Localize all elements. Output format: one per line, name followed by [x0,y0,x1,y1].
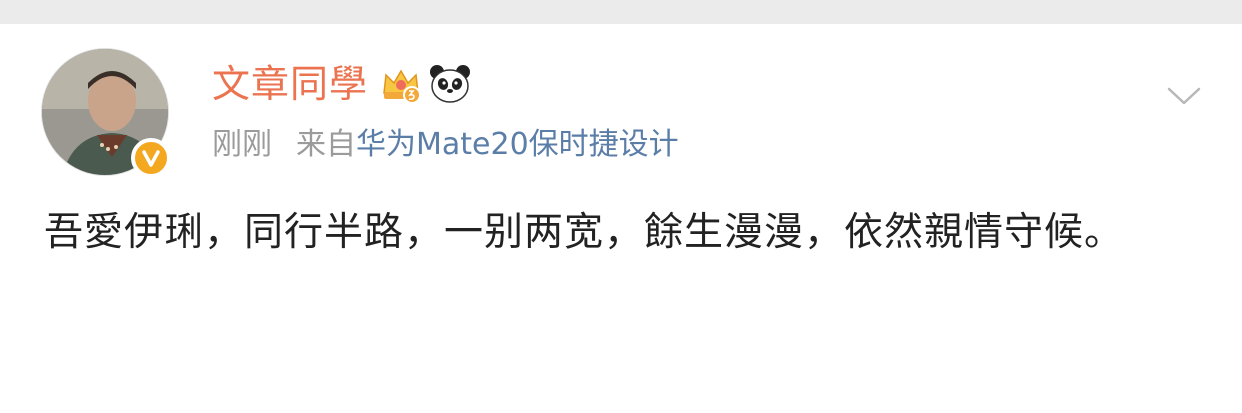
avatar-container[interactable] [41,48,171,178]
post-content: 吾愛伊琍，同行半路，一别两宽，餘生漫漫，依然親情守候。 [44,210,1125,255]
username-row: 文章同學 [212,56,472,112]
device-source-link[interactable]: 华为Mate20保时捷设计 [356,120,679,170]
verified-badge-icon [131,138,171,178]
vip-crown-icon[interactable] [380,63,422,105]
chevron-down-icon[interactable] [1166,84,1202,108]
top-separator-bar [0,0,1242,24]
post-timestamp: 刚刚 [212,127,272,162]
source-prefix: 来自 [296,127,356,162]
username-link[interactable]: 文章同學 [212,56,368,112]
panda-icon[interactable] [428,62,472,106]
post-meta: 刚刚 来自 华为Mate20保时捷设计 [212,120,679,170]
